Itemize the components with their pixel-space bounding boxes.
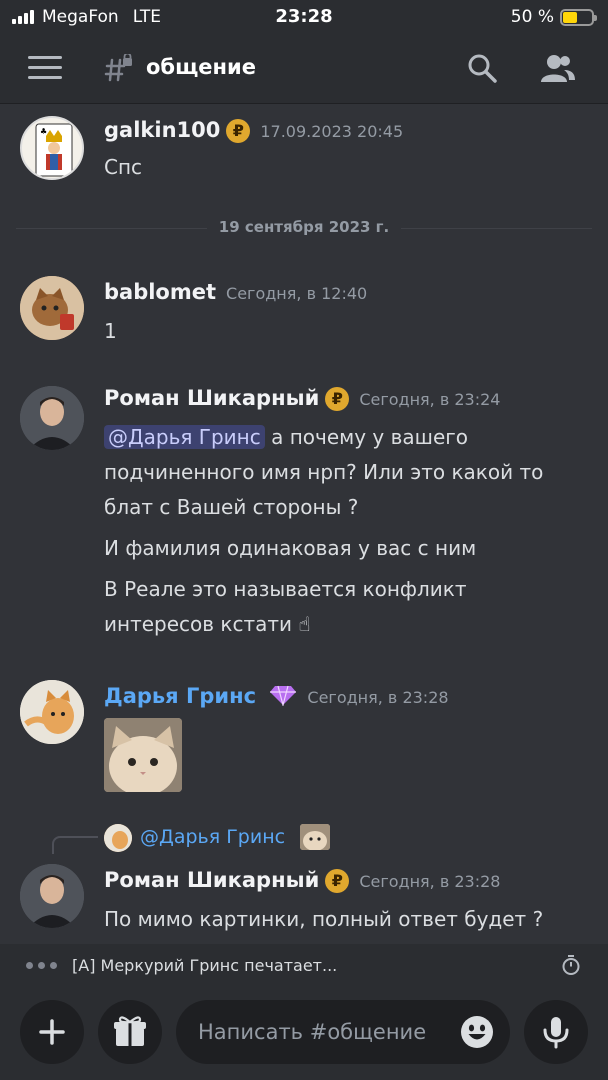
avatar[interactable] <box>20 276 84 340</box>
status-bar: MegaFon LTE 23:28 50 % <box>0 0 608 34</box>
members-icon[interactable] <box>540 52 576 84</box>
typing-dots-icon <box>26 962 57 969</box>
avatar[interactable]: ♣ <box>20 116 84 180</box>
menu-icon[interactable] <box>28 56 62 82</box>
status-right: 50 % <box>510 7 597 27</box>
gift-button[interactable] <box>98 1000 162 1064</box>
typing-label: [A] Меркурий Гринс печатает... <box>72 956 338 975</box>
message-text: По мимо картинки, полный ответ будет ? <box>104 902 584 936</box>
timestamp: Сегодня, в 23:24 <box>359 390 501 409</box>
timestamp: 17.09.2023 20:45 <box>260 122 404 141</box>
svg-text:♣: ♣ <box>40 127 47 136</box>
message-line: 1 <box>104 319 117 343</box>
avatar-king-card-icon: ♣ <box>35 123 73 177</box>
avatar-cat-icon <box>20 680 84 744</box>
author-label[interactable]: Роман Шикарный <box>104 386 319 410</box>
reply-mention[interactable]: @Дарья Гринс <box>140 826 285 848</box>
message-line: Спс <box>104 155 143 179</box>
message-line: интересов кстати ☝ <box>104 612 311 636</box>
author-name[interactable]: Роман Шикарный ₽ Сегодня, в 23:28 <box>104 868 500 893</box>
slowmode-timer-icon[interactable] <box>560 954 582 976</box>
message-galkin100[interactable]: ♣ galkin100 ₽17.09.2023 20:45 Спс <box>0 104 608 194</box>
message-line-rest: а почему у вашего <box>264 425 468 449</box>
reply-preview[interactable]: @Дарья Гринс <box>0 818 608 854</box>
reply-image-icon <box>300 824 330 850</box>
message-text: @Дарья Гринс а почему у вашего подчиненн… <box>104 420 584 642</box>
message-line: И фамилия одинаковая у вас с ним <box>104 536 477 560</box>
reply-avatar <box>104 824 132 852</box>
avatar-cat-icon <box>104 824 132 852</box>
timestamp: Сегодня, в 12:40 <box>226 284 368 303</box>
message-input-placeholder: Написать #общение <box>198 1020 427 1044</box>
avatar[interactable] <box>20 680 84 744</box>
message-line: По мимо картинки, полный ответ будет ? <box>104 907 544 931</box>
battery-icon <box>560 8 597 26</box>
microphone-icon <box>543 1017 569 1049</box>
composer: Написать #общение <box>0 986 608 1080</box>
message-darya[interactable]: Дарья Гринс Сегодня, в 23:28 <box>0 666 608 796</box>
author-name[interactable]: galkin100 ₽17.09.2023 20:45 <box>104 118 403 143</box>
author-name[interactable]: bablomet Сегодня, в 12:40 <box>104 280 367 304</box>
channel-lock-icon <box>104 54 132 82</box>
author-label[interactable]: galkin100 <box>104 118 220 142</box>
message-roman-2[interactable]: Роман Шикарный ₽ Сегодня, в 23:28 По мимо … <box>0 852 608 944</box>
add-attachment-button[interactable] <box>20 1000 84 1064</box>
user-mention[interactable]: @Дарья Гринс <box>104 425 265 449</box>
gem-icon <box>270 685 297 708</box>
author-label[interactable]: Роман Шикарный <box>104 868 319 892</box>
date-divider-label: 19 сентября 2023 г. <box>206 218 402 236</box>
author-name[interactable]: Роман Шикарный ₽ Сегодня, в 23:24 <box>104 386 500 411</box>
timestamp: Сегодня, в 23:28 <box>307 688 449 707</box>
message-line: блат с Вашей стороны ? <box>104 495 359 519</box>
cat-image-attachment[interactable] <box>104 718 182 792</box>
message-line: подчиненного имя нрп? Или это какой то <box>104 460 544 484</box>
message-text: Спс <box>104 150 584 184</box>
author-label[interactable]: bablomet <box>104 280 216 304</box>
plus-icon <box>39 1019 65 1045</box>
search-icon[interactable] <box>466 52 498 84</box>
nitro-badge-icon: ₽ <box>325 869 350 893</box>
cat-face-image <box>300 824 330 850</box>
avatar-person-icon <box>20 864 84 928</box>
nitro-badge-icon: ₽ <box>226 119 251 143</box>
channel-header: общение <box>0 34 608 104</box>
avatar-cat-icon <box>20 276 84 340</box>
gift-icon <box>114 1016 146 1046</box>
nitro-badge-icon: ₽ <box>325 387 350 411</box>
voice-message-button[interactable] <box>524 1000 588 1064</box>
avatar[interactable] <box>20 864 84 928</box>
battery-percent: 50 % <box>510 7 554 27</box>
typing-indicator: [A] Меркурий Гринс печатает... <box>0 944 608 986</box>
message-text: 1 <box>104 314 584 348</box>
cat-face-image <box>104 718 182 792</box>
emoji-icon[interactable] <box>460 1015 494 1049</box>
timestamp: Сегодня, в 23:28 <box>359 872 501 891</box>
date-divider: 19 сентября 2023 г. <box>16 216 592 240</box>
battery-fill <box>563 11 577 23</box>
message-bablomet[interactable]: bablomet Сегодня, в 12:40 1 <box>0 264 608 354</box>
message-input[interactable]: Написать #общение <box>176 1000 510 1064</box>
message-line: @Дарья Гринс а почему у вашего <box>104 420 584 455</box>
avatar[interactable] <box>20 386 84 450</box>
author-label[interactable]: Дарья Гринс <box>104 684 256 708</box>
message-line: В Реале это называется конфликт <box>104 577 467 601</box>
message-roman-1[interactable]: Роман Шикарный ₽ Сегодня, в 23:24 @Дарья Г… <box>0 372 608 642</box>
author-name[interactable]: Дарья Гринс Сегодня, в 23:28 <box>104 684 449 708</box>
avatar-person-icon <box>20 386 84 450</box>
message-list[interactable]: ♣ galkin100 ₽17.09.2023 20:45 Спс 19 сент… <box>0 104 608 944</box>
channel-title: общение <box>146 55 257 79</box>
